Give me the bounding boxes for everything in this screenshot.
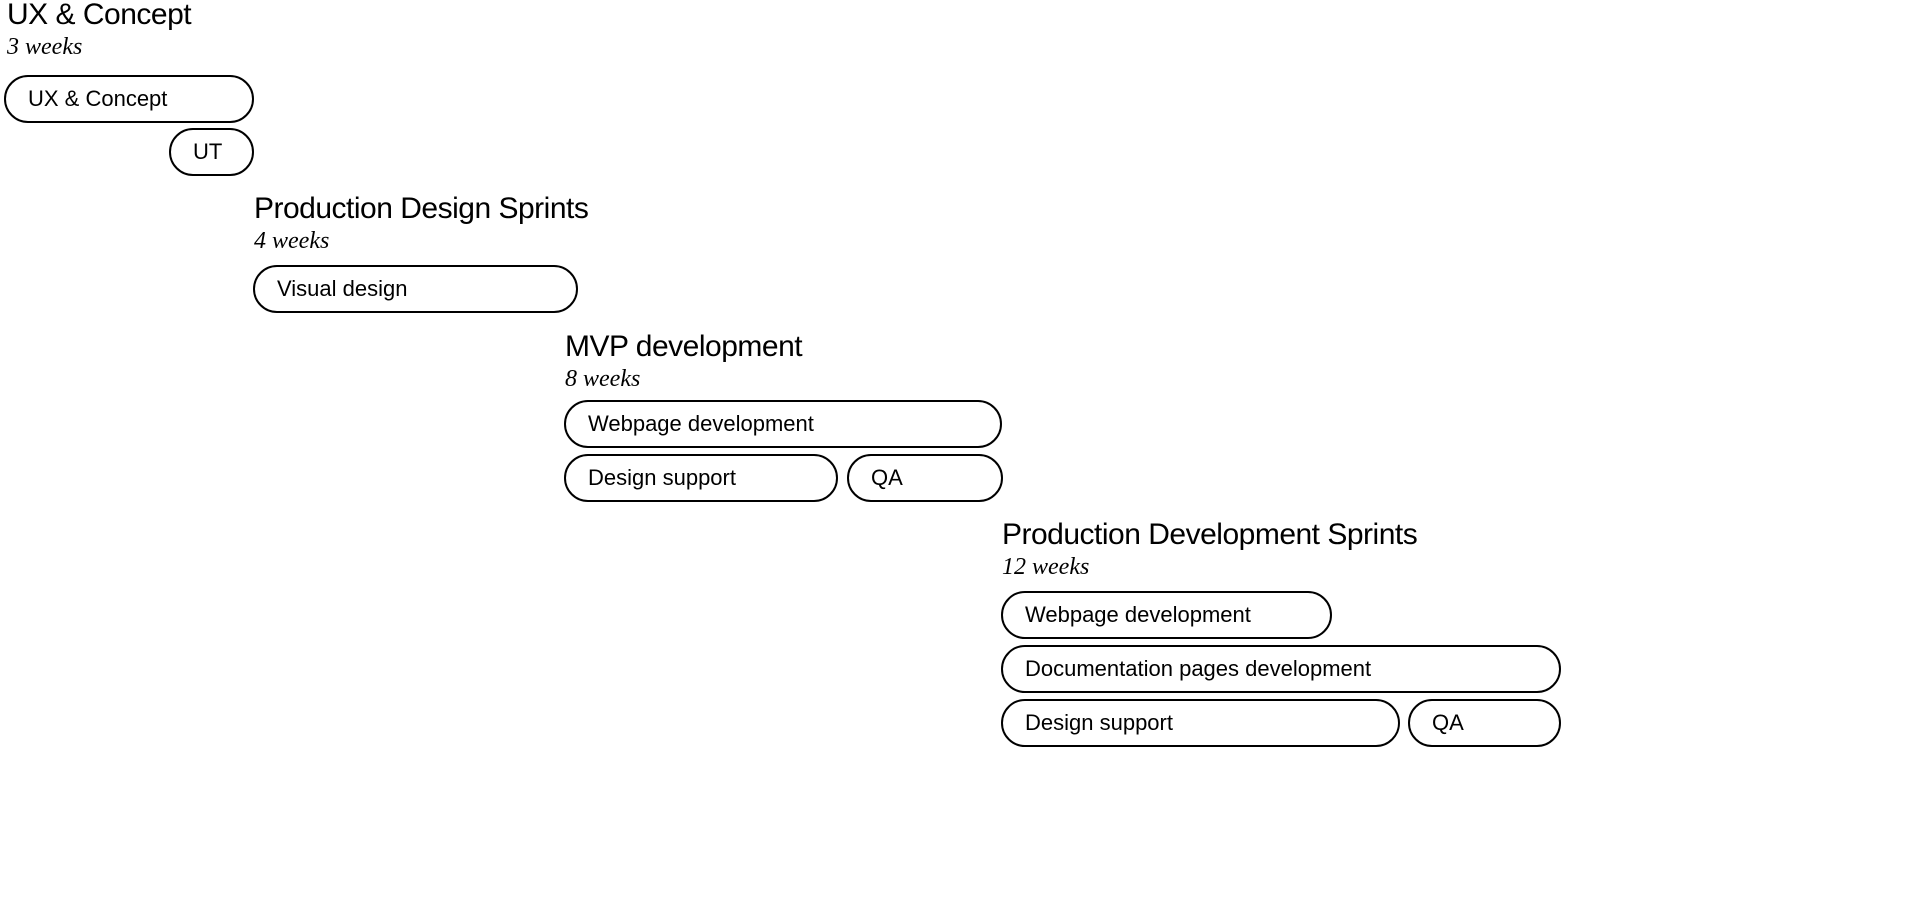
task-qa-prod: QA (1408, 699, 1561, 747)
task-ux-concept: UX & Concept (4, 75, 254, 123)
phase-title: Production Development Sprints (1002, 518, 1417, 551)
task-label: Visual design (277, 276, 407, 302)
task-label: Webpage development (588, 411, 814, 437)
task-label: UT (193, 139, 222, 165)
phase-title: MVP development (565, 330, 802, 363)
task-label: UX & Concept (28, 86, 167, 112)
task-design-support-prod: Design support (1001, 699, 1400, 747)
task-design-support-mvp: Design support (564, 454, 838, 502)
task-webpage-development-mvp: Webpage development (564, 400, 1002, 448)
task-label: QA (1432, 710, 1464, 736)
task-label: Design support (588, 465, 736, 491)
task-label: Design support (1025, 710, 1173, 736)
task-label: QA (871, 465, 903, 491)
task-visual-design: Visual design (253, 265, 578, 313)
phase-duration: 3 weeks (7, 33, 191, 62)
task-documentation-pages-development: Documentation pages development (1001, 645, 1561, 693)
phase-duration: 12 weeks (1002, 553, 1417, 582)
task-label: Webpage development (1025, 602, 1251, 628)
phase-duration: 4 weeks (254, 227, 588, 256)
task-webpage-development-prod: Webpage development (1001, 591, 1332, 639)
task-label: Documentation pages development (1025, 656, 1371, 682)
phase-title: Production Design Sprints (254, 192, 588, 225)
phase-production-development-sprints: Production Development Sprints 12 weeks (1002, 518, 1417, 582)
phase-production-design-sprints: Production Design Sprints 4 weeks (254, 192, 588, 256)
task-ut: UT (169, 128, 254, 176)
task-qa-mvp: QA (847, 454, 1003, 502)
phase-duration: 8 weeks (565, 365, 802, 394)
phase-ux-concept: UX & Concept 3 weeks (7, 0, 191, 62)
timeline-diagram: UX & Concept 3 weeks UX & Concept UT Pro… (0, 0, 1917, 917)
phase-mvp-development: MVP development 8 weeks (565, 330, 802, 394)
phase-title: UX & Concept (7, 0, 191, 31)
